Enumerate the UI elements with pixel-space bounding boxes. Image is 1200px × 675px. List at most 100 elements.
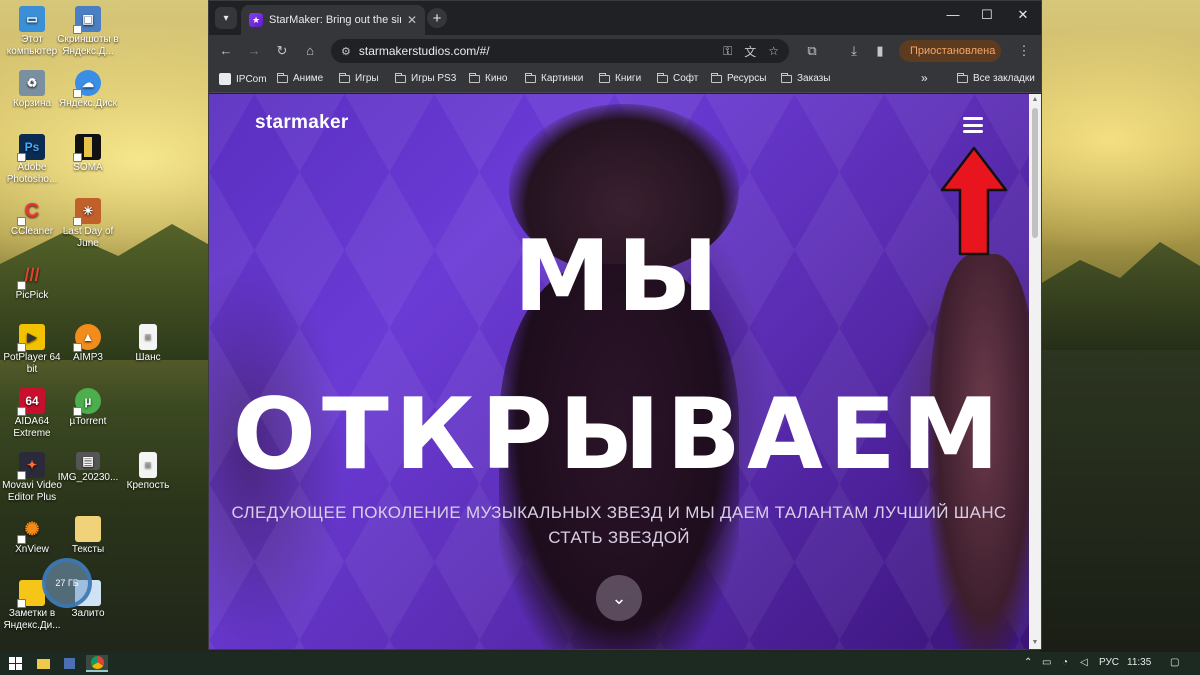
scrollbar-thumb[interactable]	[1032, 108, 1038, 238]
folder-icon	[75, 516, 101, 542]
bookmark-pictures[interactable]: Картинки	[525, 72, 584, 84]
translate-icon[interactable]: 文	[744, 43, 756, 60]
minimize-icon[interactable]: —	[943, 7, 963, 22]
subtitle-line-1: СЛЕДУЮЩЕЕ ПОКОЛЕНИЕ МУЗЫКАЛЬНЫХ ЗВЕЗД И …	[231, 503, 1007, 522]
start-button[interactable]	[6, 655, 24, 672]
desktop-icon-label: Last Day of June	[62, 226, 114, 249]
starmaker-logo[interactable]: starmaker	[255, 112, 349, 134]
desktop-icon-label: Этот компьютер	[6, 34, 58, 57]
site-info-icon[interactable]: ⚙	[341, 45, 351, 58]
bookmark-games-ps3[interactable]: Игры PS3	[395, 72, 457, 84]
desktop-icon-xnview[interactable]: ✺ XnView	[0, 516, 64, 556]
desktop-icon-photoshop[interactable]: Ps Adobe Photosho...	[0, 134, 64, 186]
screenshot-folder-icon: ▣	[73, 6, 101, 34]
tab-bar: ▾ ★ StarMaker: Bring out the singer ✕ + …	[209, 1, 1041, 35]
floppy-icon	[63, 658, 75, 669]
battery-icon[interactable]: ▭	[1042, 657, 1051, 668]
bookmark-games[interactable]: Игры	[339, 72, 379, 84]
forward-icon[interactable]: →	[245, 42, 263, 60]
desktop-icon-this-pc[interactable]: ▭ Этот компьютер	[0, 6, 64, 58]
tab-search-button[interactable]: ▾	[215, 7, 237, 29]
bookmark-label: Игры PS3	[411, 73, 457, 84]
new-tab-button[interactable]: +	[427, 8, 447, 28]
taskbar-explorer[interactable]	[34, 655, 52, 672]
desktop-icon-screenshots[interactable]: ▣ Скриншоты в Яндекс.Д...	[56, 6, 120, 58]
desktop-icon-recycle-bin[interactable]: ♻ Корзина	[0, 70, 64, 110]
desktop-icon-texts[interactable]: Тексты	[56, 516, 120, 556]
aimp-icon: ▲	[73, 324, 101, 352]
browser-window: ▾ ★ StarMaker: Bring out the singer ✕ + …	[208, 0, 1042, 650]
desktop-icon-img[interactable]: ▤ IMG_20230...	[56, 452, 120, 484]
menu-dots-icon[interactable]: ⋮	[1015, 42, 1033, 60]
desktop-icon-shans[interactable]: ≡ Шанс	[116, 324, 180, 364]
desktop-icon-potplayer[interactable]: ▶ PotPlayer 64 bit	[0, 324, 64, 376]
extensions-icon[interactable]: ⧉	[803, 42, 821, 60]
home-icon[interactable]: ⌂	[301, 42, 319, 60]
desktop-icon-last-day-of-june[interactable]: ☀ Last Day of June	[56, 198, 120, 250]
reload-icon[interactable]: ↻	[273, 42, 291, 60]
hamburger-menu-icon[interactable]	[963, 117, 983, 133]
bookmark-books[interactable]: Книги	[599, 72, 641, 84]
scroll-up-arrow-icon[interactable]: ▲	[1029, 95, 1041, 105]
disk-space-widget[interactable]: 27 ГБ	[42, 558, 92, 608]
notifications-icon[interactable]: ▢	[1170, 657, 1179, 668]
clock[interactable]: 11:35	[1127, 657, 1151, 668]
bookmark-label: Картинки	[541, 73, 584, 84]
desktop-icon-label: Заметки в Яндекс.Ди...	[3, 608, 61, 631]
bookmark-soft[interactable]: Софт	[657, 72, 699, 84]
desktop-icon-krepost[interactable]: ≡ Крепость	[116, 452, 180, 492]
desktop-icon-movavi[interactable]: ✦ Movavi Video Editor Plus	[0, 452, 64, 504]
bookmark-ipcom[interactable]: IPCom	[219, 73, 267, 85]
address-bar[interactable]: ⚙ starmakerstudios.com/#/ ⚿ 文 ☆	[331, 39, 789, 63]
ccleaner-icon: C	[17, 198, 45, 226]
back-icon[interactable]: ←	[217, 42, 235, 60]
close-window-icon[interactable]: ✕	[1013, 7, 1033, 23]
bookmark-label: Заказы	[797, 73, 831, 84]
taskbar: ⌃ ▭ ◔ ◁ РУС 11:35 ▢	[0, 652, 1200, 675]
side-panel-icon[interactable]: ▮	[871, 42, 889, 60]
scroll-down-button[interactable]: ⌄	[596, 575, 642, 621]
desktop-icon-ccleaner[interactable]: C CCleaner	[0, 198, 64, 238]
profile-button[interactable]: Приостановлена	[899, 40, 1001, 62]
bookmark-label: Аниме	[293, 73, 324, 84]
desktop-icon-label: Movavi Video Editor Plus	[2, 480, 62, 503]
maximize-icon[interactable]: ☐	[977, 7, 997, 23]
desktop-icon-label: Корзина	[12, 98, 52, 109]
desktop-icon-label: Яндекс.Диск	[58, 98, 118, 109]
page-scrollbar[interactable]: ▲ ▼	[1029, 94, 1041, 649]
bookmark-all[interactable]: Все закладки	[957, 72, 1035, 84]
download-icon[interactable]: ⤓	[845, 42, 863, 60]
tray-chevron-up-icon[interactable]: ⌃	[1024, 657, 1032, 668]
network-icon[interactable]: ◔	[1062, 657, 1068, 668]
more-bookmarks-icon[interactable]: »	[921, 71, 928, 85]
desktop-icon-label: Тексты	[71, 544, 105, 555]
desktop-icon-label: Крепость	[126, 480, 170, 491]
folder-icon	[657, 72, 668, 83]
bookmark-label: Все закладки	[973, 73, 1035, 84]
desktop-icon-picpick[interactable]: /// PicPick	[0, 262, 64, 302]
desktop-icon-utorrent[interactable]: µ µTorrent	[56, 388, 120, 428]
headline-line-1: МЫ	[513, 220, 725, 334]
key-icon[interactable]: ⚿	[723, 44, 732, 59]
desktop-icon-aida64[interactable]: 64 AIDA64 Extreme	[0, 388, 64, 440]
language-indicator[interactable]: РУС	[1099, 657, 1119, 668]
volume-icon[interactable]: ◁	[1080, 657, 1088, 668]
bookmark-label: Софт	[673, 73, 699, 84]
taskbar-save-app[interactable]	[60, 655, 78, 672]
bookmarks-bar: IPCom Аниме Игры Игры PS3 Кино Картинки …	[209, 67, 1041, 93]
desktop-icon-aimp3[interactable]: ▲ AIMP3	[56, 324, 120, 364]
desktop-icon-soma[interactable]: SOMA	[56, 134, 120, 174]
bookmark-resources[interactable]: Ресурсы	[711, 72, 766, 84]
bookmark-orders[interactable]: Заказы	[781, 72, 831, 84]
taskbar-chrome[interactable]	[86, 655, 108, 672]
tab-starmaker[interactable]: ★ StarMaker: Bring out the singer ✕	[241, 5, 425, 35]
desktop-icon-label: AIDA64 Extreme	[13, 416, 51, 439]
bookmark-kino[interactable]: Кино	[469, 72, 508, 84]
picpick-icon: ///	[17, 262, 45, 290]
bookmark-anime[interactable]: Аниме	[277, 72, 324, 84]
bookmark-star-icon[interactable]: ☆	[768, 44, 779, 58]
close-tab-icon[interactable]: ✕	[407, 13, 417, 27]
text-file-icon: ≡	[139, 324, 157, 350]
scroll-down-arrow-icon[interactable]: ▼	[1029, 638, 1041, 648]
desktop-icon-yandex-disk[interactable]: ☁ Яндекс.Диск	[56, 70, 120, 110]
